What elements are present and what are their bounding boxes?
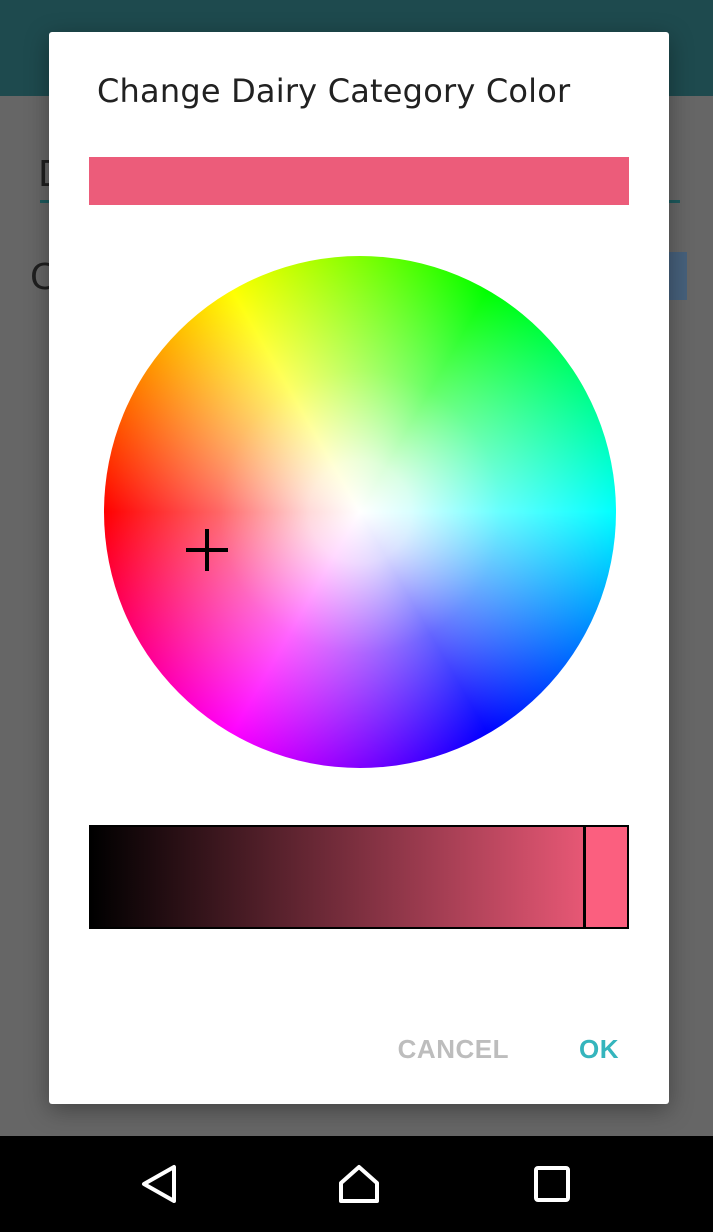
ok-button[interactable]: OK — [559, 1028, 639, 1071]
value-slider-handle[interactable] — [583, 827, 587, 927]
navigation-bar — [0, 1136, 713, 1232]
back-triangle-icon[interactable] — [139, 1164, 179, 1204]
cancel-button[interactable]: CANCEL — [378, 1028, 529, 1071]
color-wheel[interactable] — [104, 256, 616, 768]
home-icon[interactable] — [338, 1164, 379, 1204]
recent-apps-square-icon[interactable] — [532, 1164, 572, 1204]
color-picker-dialog: Change Dairy Category Color CANCEL OK — [49, 32, 669, 1104]
selected-color-preview — [89, 157, 629, 205]
value-slider-selected-segment — [586, 827, 627, 927]
value-slider[interactable] — [89, 825, 629, 929]
dialog-actions: CANCEL OK — [378, 1027, 639, 1071]
value-slider-track[interactable] — [91, 827, 627, 927]
dialog-title: Change Dairy Category Color — [97, 72, 571, 110]
color-wheel-crosshair-icon[interactable] — [186, 529, 228, 571]
